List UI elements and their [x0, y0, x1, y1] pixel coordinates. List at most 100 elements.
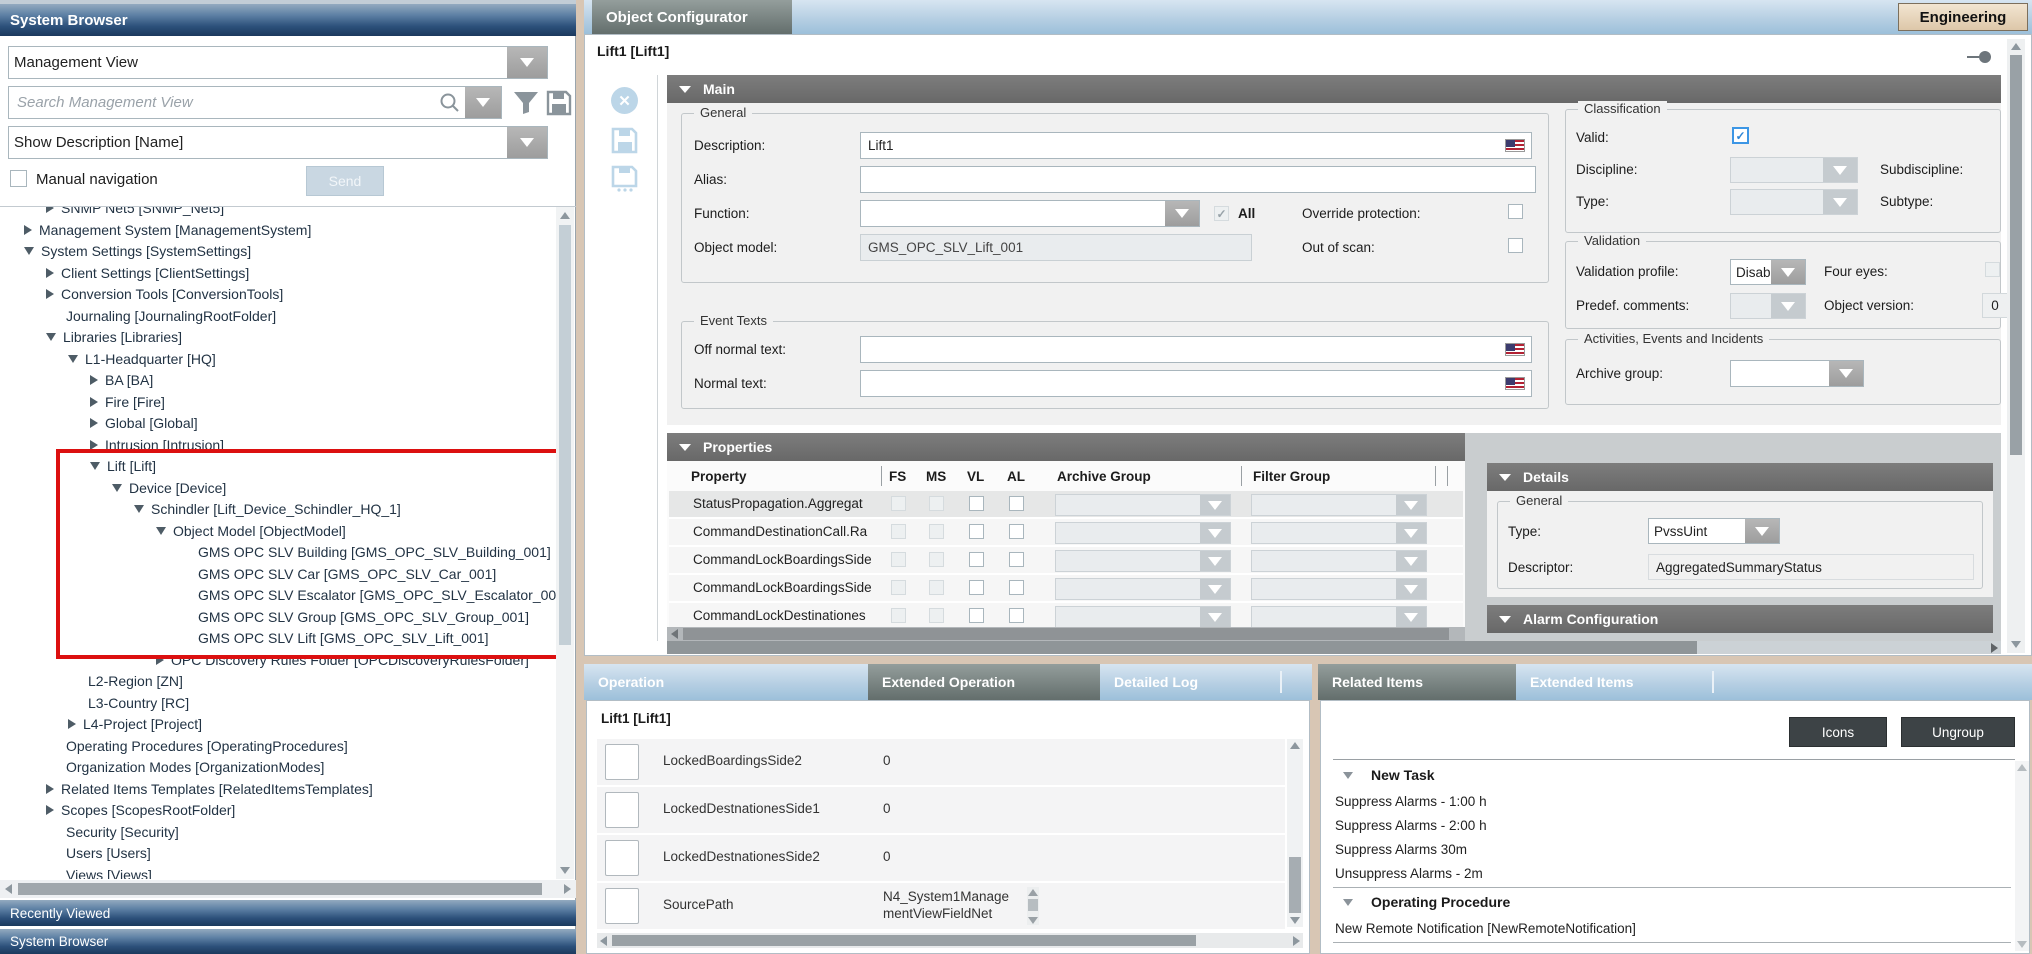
discard-changes-icon[interactable]: ✕	[611, 87, 638, 114]
valid-checkbox[interactable]	[1732, 127, 1749, 144]
col-fs[interactable]: FS	[889, 469, 906, 484]
expand-arrow-icon[interactable]	[46, 784, 54, 794]
tree-item[interactable]: L4-Project [Project]	[68, 713, 202, 735]
chevron-down-icon[interactable]	[1200, 551, 1230, 571]
tree-item[interactable]: Views [Views]	[66, 864, 152, 880]
save-icon[interactable]	[611, 127, 638, 154]
tree-item[interactable]: L2-Region [ZN]	[88, 670, 183, 692]
tree-item[interactable]: Journaling [JournalingRootFolder]	[66, 305, 276, 327]
col-archive-group[interactable]: Archive Group	[1057, 469, 1151, 484]
filter-group-cell-dropdown[interactable]	[1251, 578, 1427, 600]
collapse-icon[interactable]	[679, 86, 691, 93]
send-button[interactable]: Send	[306, 166, 384, 196]
tree-item[interactable]: Conversion Tools [ConversionTools]	[46, 283, 283, 305]
scrollbar-thumb[interactable]	[1289, 857, 1301, 913]
filter-group-cell-dropdown[interactable]	[1251, 494, 1427, 516]
archive-group-cell-dropdown[interactable]	[1055, 606, 1231, 628]
tree-item[interactable]: Libraries [Libraries]	[46, 326, 182, 348]
display-mode-selector[interactable]: Show Description [Name]	[8, 126, 548, 159]
chevron-down-icon[interactable]	[507, 127, 547, 158]
al-checkbox[interactable]	[1009, 496, 1024, 511]
tree-item[interactable]: Management System [ManagementSystem]	[24, 219, 311, 241]
accordion-recently-viewed[interactable]: Recently Viewed	[0, 900, 576, 926]
expand-arrow-icon[interactable]	[68, 719, 76, 729]
accordion-system-browser[interactable]: System Browser	[0, 929, 576, 954]
section-header-details[interactable]: Details	[1487, 463, 1993, 491]
chevron-down-icon[interactable]	[1396, 607, 1426, 627]
related-group-header[interactable]: New Task	[1333, 765, 2011, 789]
al-checkbox[interactable]	[1009, 608, 1024, 623]
ms-checkbox[interactable]	[929, 580, 944, 595]
tree-vertical-scrollbar[interactable]	[556, 207, 574, 879]
fs-checkbox[interactable]	[891, 608, 906, 623]
language-flag-icon[interactable]	[1505, 343, 1525, 356]
al-checkbox[interactable]	[1009, 524, 1024, 539]
chevron-down-icon[interactable]	[1771, 260, 1805, 284]
expand-arrow-icon[interactable]	[90, 440, 98, 450]
pin-icon[interactable]	[1979, 51, 1991, 63]
tree-item[interactable]: Operating Procedures [OperatingProcedure…	[66, 735, 348, 757]
language-flag-icon[interactable]	[1505, 377, 1525, 390]
pin-icon[interactable]	[1967, 56, 1979, 58]
off-normal-text-field[interactable]	[860, 336, 1532, 363]
collapse-arrow-icon[interactable]	[24, 247, 34, 255]
related-item[interactable]: Suppress Alarms 30m	[1333, 837, 2011, 861]
scrollbar-thumb[interactable]	[2010, 55, 2022, 455]
operation-command-button[interactable]	[605, 888, 639, 924]
filter-group-cell-dropdown[interactable]	[1251, 522, 1427, 544]
scrollbar-thumb[interactable]	[18, 883, 542, 895]
section-header-properties[interactable]: Properties	[667, 433, 1465, 461]
tab-operation[interactable]: Operation	[584, 664, 868, 700]
chevron-down-icon[interactable]	[507, 47, 547, 78]
collapse-icon[interactable]	[679, 444, 691, 451]
al-checkbox[interactable]	[1009, 580, 1024, 595]
chevron-down-icon[interactable]	[1200, 607, 1230, 627]
tab-object-configurator[interactable]: Object Configurator	[592, 0, 792, 34]
tree-item[interactable]: Users [Users]	[66, 842, 151, 864]
ms-checkbox[interactable]	[929, 608, 944, 623]
tree-horizontal-scrollbar[interactable]	[0, 880, 576, 898]
normal-text-field[interactable]	[860, 370, 1532, 397]
col-al[interactable]: AL	[1007, 469, 1025, 484]
filter-icon[interactable]	[512, 90, 540, 116]
ms-checkbox[interactable]	[929, 496, 944, 511]
description-field[interactable]: Lift1	[860, 132, 1532, 159]
related-group-header[interactable]: Operating Procedure	[1333, 892, 2011, 916]
search-icon[interactable]	[439, 92, 461, 114]
archive-group-cell-dropdown[interactable]	[1055, 522, 1231, 544]
operation-command-button[interactable]	[605, 792, 639, 828]
search-options-chevron-icon[interactable]	[465, 87, 501, 118]
chevron-down-icon[interactable]	[1396, 495, 1426, 515]
chevron-down-icon[interactable]	[1745, 519, 1779, 543]
details-type-dropdown[interactable]: PvssUint	[1648, 518, 1780, 544]
ungroup-button[interactable]: Ungroup	[1901, 717, 2015, 747]
function-all-checkbox[interactable]	[1214, 206, 1229, 221]
tab-extended-items[interactable]: Extended Items	[1516, 664, 1712, 700]
property-row[interactable]: CommandLockBoardingsSide	[669, 575, 1463, 603]
icons-button[interactable]: Icons	[1789, 717, 1887, 747]
tree-item[interactable]: System Settings [SystemSettings]	[24, 240, 251, 262]
expand-arrow-icon[interactable]	[24, 225, 32, 235]
ms-checkbox[interactable]	[929, 524, 944, 539]
vl-checkbox[interactable]	[969, 552, 984, 567]
override-protection-checkbox[interactable]	[1508, 204, 1523, 219]
col-filter-group[interactable]: Filter Group	[1253, 469, 1330, 484]
tree-item[interactable]: Client Settings [ClientSettings]	[46, 262, 249, 284]
tab-extended-operation[interactable]: Extended Operation	[868, 664, 1100, 700]
expand-arrow-icon[interactable]	[90, 375, 98, 385]
chevron-down-icon[interactable]	[1396, 551, 1426, 571]
collapse-icon[interactable]	[1499, 474, 1511, 481]
chevron-down-icon[interactable]	[1396, 523, 1426, 543]
related-item[interactable]: Suppress Alarms - 1:00 h	[1333, 789, 2011, 813]
tree-item[interactable]: SNMP Net5 [SNMP_Net5]	[46, 207, 224, 219]
filter-group-cell-dropdown[interactable]	[1251, 550, 1427, 572]
function-dropdown[interactable]	[860, 200, 1200, 227]
fs-checkbox[interactable]	[891, 524, 906, 539]
section-header-alarm-configuration[interactable]: Alarm Configuration	[1487, 605, 1993, 633]
collapse-icon[interactable]	[1499, 616, 1511, 623]
property-row[interactable]: StatusPropagation.Aggregat	[669, 491, 1463, 519]
properties-horizontal-scrollbar[interactable]	[667, 627, 1465, 641]
tab-related-items[interactable]: Related Items	[1318, 664, 1516, 700]
configurator-horizontal-scrollbar[interactable]	[667, 641, 2001, 654]
save-as-icon[interactable]	[611, 165, 638, 192]
